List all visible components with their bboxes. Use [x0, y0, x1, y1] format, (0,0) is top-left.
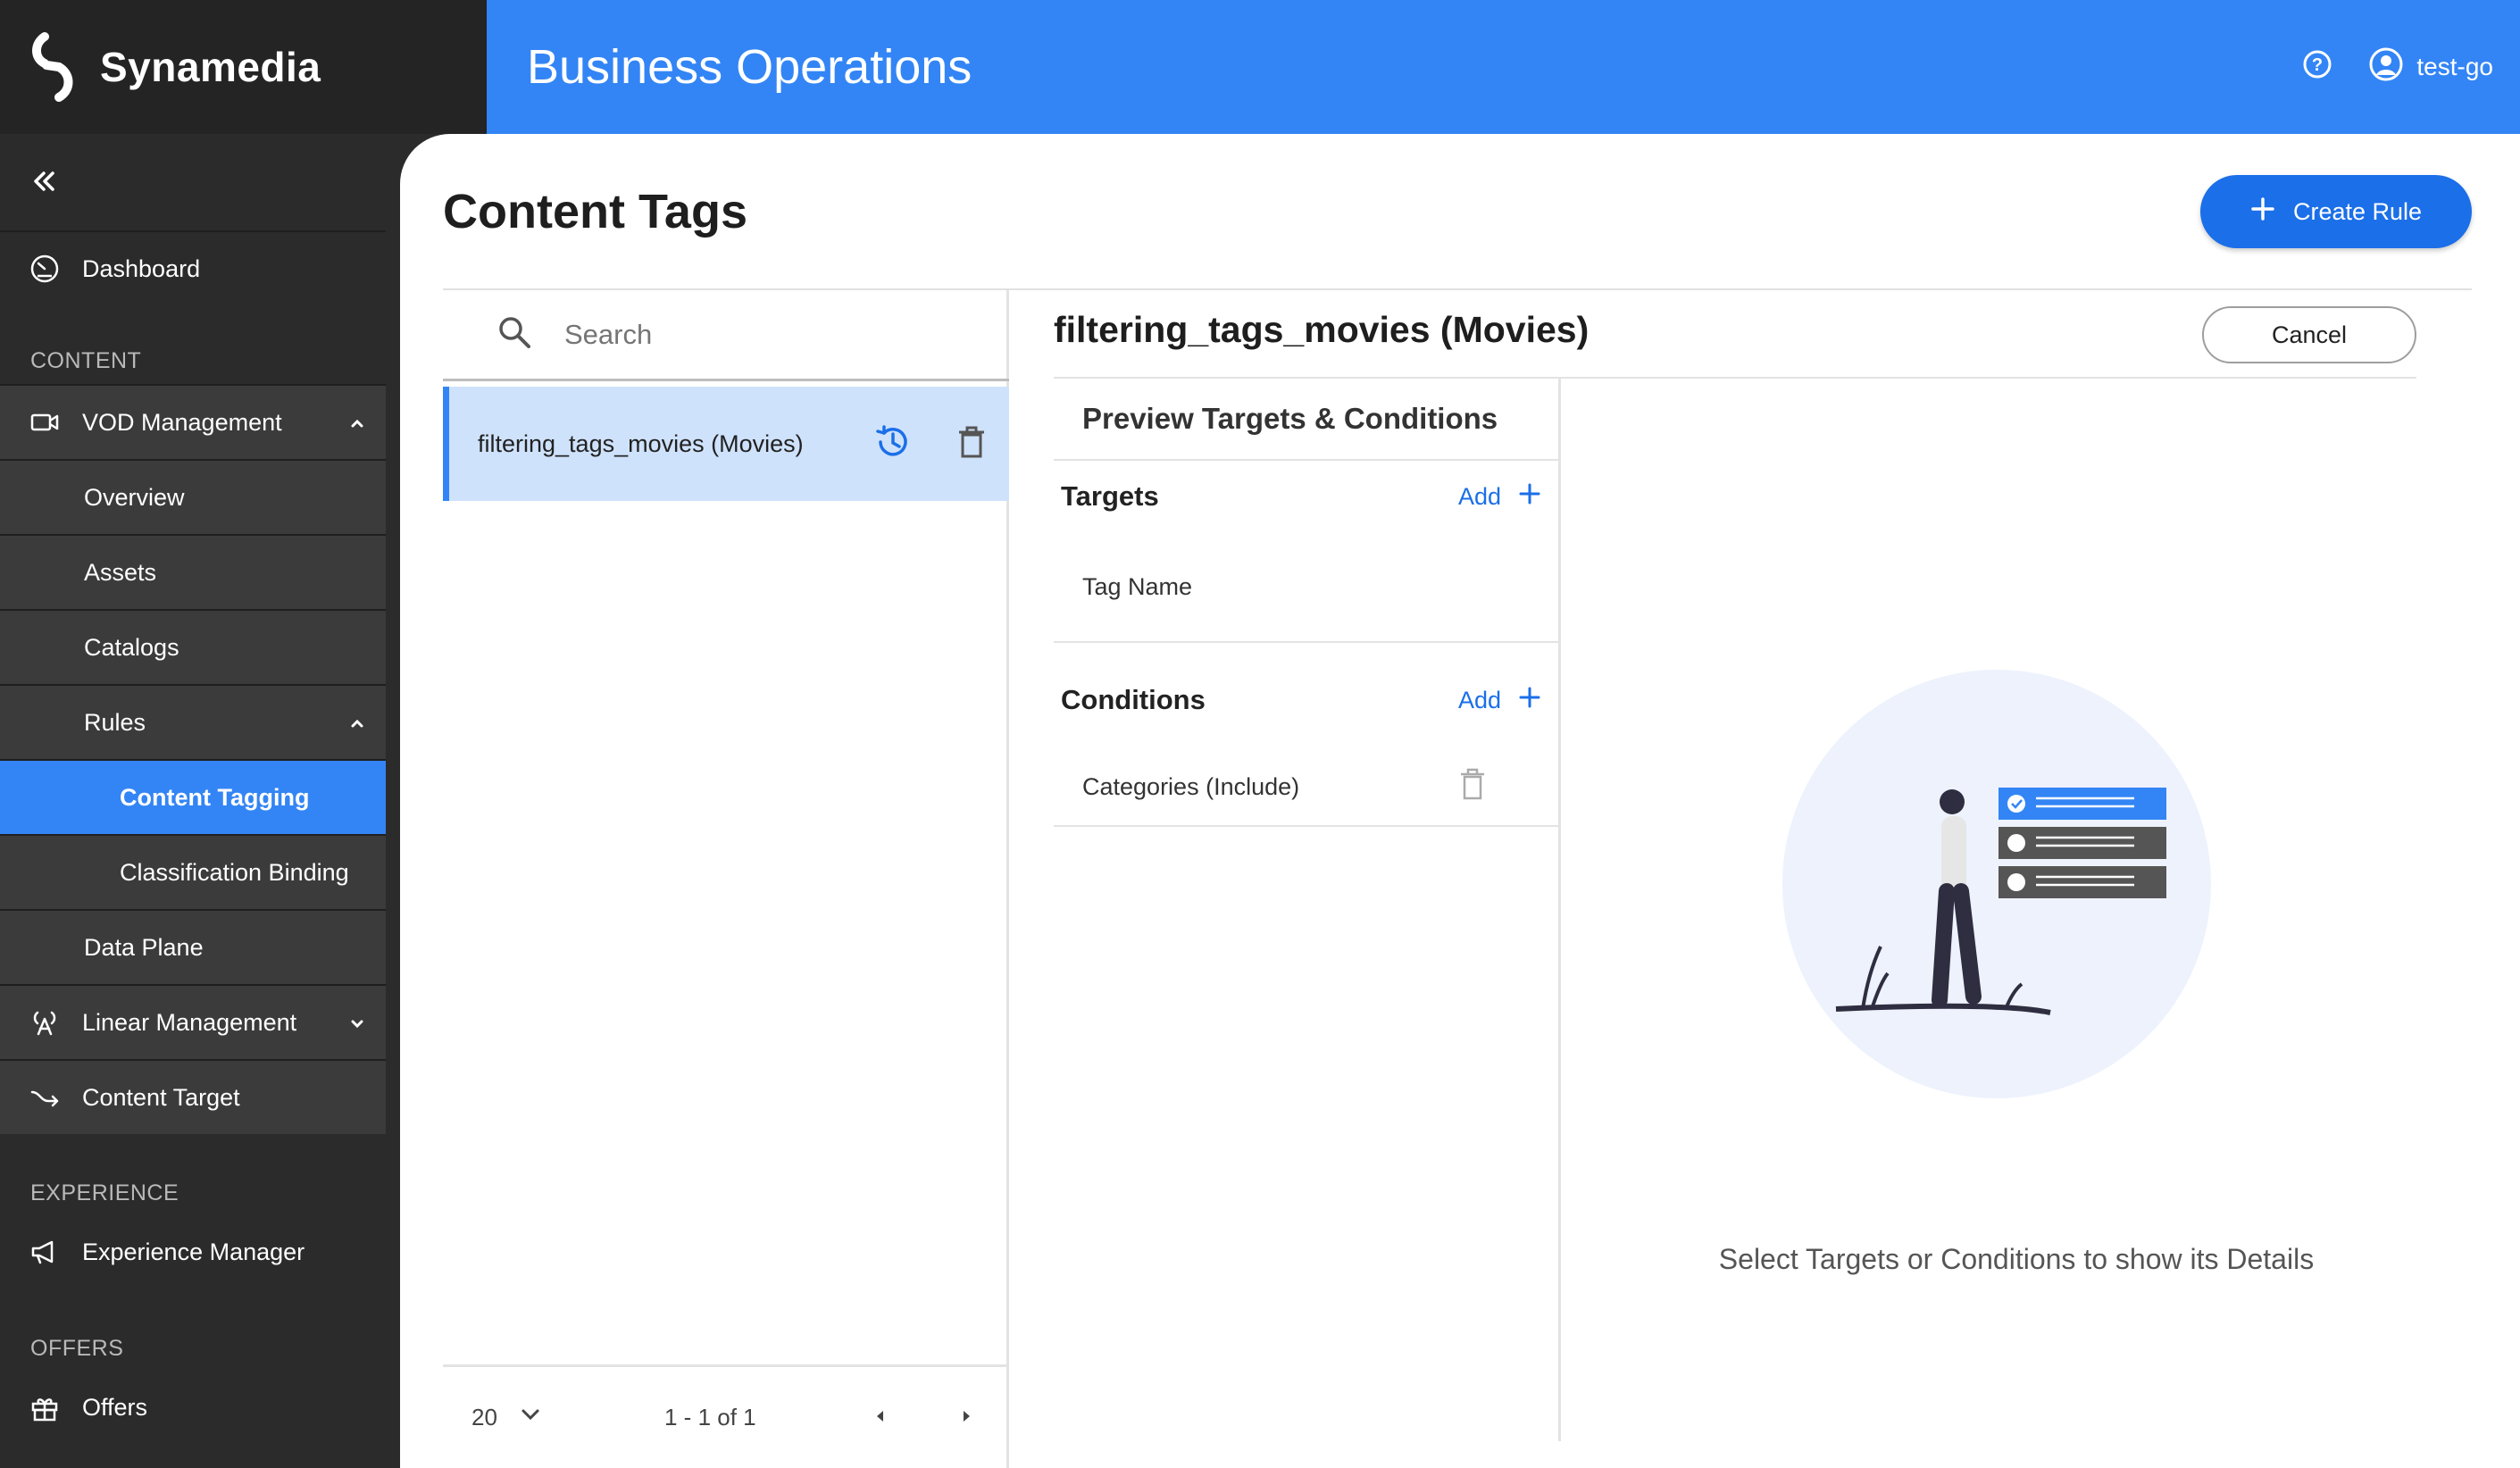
- sidebar-item-linear-management[interactable]: Linear Management: [0, 984, 386, 1059]
- tag-list-panel: filtering_tags_movies (Movies) 20 1 - 1 …: [443, 290, 1009, 1468]
- user-icon: [2368, 46, 2404, 88]
- empty-state-illustration: [1782, 670, 2211, 1098]
- sidebar-item-label: VOD Management: [82, 408, 282, 436]
- section-label-offers: OFFERS: [30, 1336, 124, 1361]
- sidebar-item-label: Dashboard: [82, 254, 201, 282]
- section-label-experience: EXPERIENCE: [30, 1180, 179, 1205]
- sidebar-item-content-tagging[interactable]: Content Tagging: [0, 759, 386, 834]
- add-condition-button[interactable]: Add: [1458, 687, 1540, 714]
- create-rule-label: Create Rule: [2292, 197, 2423, 225]
- conditions-heading: Conditions: [1061, 684, 1206, 715]
- sidebar-item-experience-manager[interactable]: Experience Manager: [0, 1214, 386, 1289]
- collapse-icon: [29, 166, 59, 201]
- caret-right-icon[interactable]: [957, 1404, 975, 1431]
- sidebar-item-label: Linear Management: [82, 1008, 297, 1036]
- chevron-up-icon: [348, 411, 366, 438]
- trash-icon[interactable]: [1458, 767, 1487, 807]
- gift-icon: [29, 1391, 61, 1423]
- condition-item[interactable]: Categories (Include): [1054, 748, 1558, 827]
- sidebar-item-label: Catalogs: [84, 633, 179, 661]
- list-item-name: filtering_tags_movies (Movies): [478, 430, 804, 457]
- sidebar-item-overview[interactable]: Overview: [0, 459, 386, 534]
- search-icon: [496, 314, 532, 354]
- caret-left-icon[interactable]: [872, 1404, 889, 1431]
- app-title: Business Operations: [527, 40, 972, 94]
- sidebar-item-label: Content Tagging: [120, 783, 310, 811]
- target-item[interactable]: Tag Name: [1054, 532, 1558, 643]
- chevron-down-icon: [519, 1403, 542, 1432]
- page-size-select[interactable]: 20: [471, 1403, 542, 1432]
- sidebar-item-label: Overview: [84, 483, 185, 511]
- user-name: test-go: [2416, 53, 2493, 80]
- conditions-header: Conditions Add: [1054, 643, 1558, 748]
- top-bar: Business Operations ? test-go: [487, 0, 2520, 134]
- trash-icon[interactable]: [955, 424, 988, 464]
- dashboard-icon: [29, 253, 61, 285]
- broadcast-icon: [29, 1006, 61, 1038]
- video-icon: [29, 406, 61, 438]
- empty-state: Select Targets or Conditions to show its…: [1561, 379, 2472, 1441]
- sidebar-item-classification-binding[interactable]: Classification Binding: [0, 834, 386, 909]
- brand-name: Synamedia: [100, 44, 321, 90]
- section-label-content: CONTENT: [30, 348, 142, 373]
- sidebar-item-label: Offers: [82, 1393, 148, 1421]
- help-icon[interactable]: ?: [2302, 49, 2332, 86]
- sidebar: Dashboard CONTENT VOD Management Overvie…: [0, 134, 386, 1468]
- empty-state-message: Select Targets or Conditions to show its…: [1718, 1243, 2315, 1275]
- arrow-out-icon: [29, 1081, 61, 1114]
- plus-icon: [1519, 687, 1540, 714]
- sidebar-item-label: Data Plane: [84, 933, 204, 961]
- page-title: Content Tags: [443, 185, 747, 238]
- pagination: 20 1 - 1 of 1: [443, 1364, 1009, 1468]
- collapse-button[interactable]: [0, 134, 386, 232]
- add-condition-label: Add: [1457, 686, 1501, 713]
- sidebar-item-vod-management[interactable]: VOD Management: [0, 384, 386, 459]
- sidebar-item-assets[interactable]: Assets: [0, 534, 386, 609]
- detail-title: filtering_tags_movies (Movies): [1054, 309, 1590, 350]
- sidebar-item-dashboard[interactable]: Dashboard: [0, 230, 386, 305]
- page-size-value: 20: [471, 1404, 497, 1430]
- targets-heading: Targets: [1061, 480, 1159, 512]
- megaphone-icon: [29, 1236, 61, 1268]
- logo-icon: [29, 31, 79, 103]
- sidebar-item-catalogs[interactable]: Catalogs: [0, 609, 386, 684]
- preview-panel: Preview Targets & Conditions Targets Add…: [1054, 379, 1561, 1441]
- condition-item-label: Categories (Include): [1082, 772, 1300, 800]
- create-rule-button[interactable]: Create Rule: [2200, 175, 2472, 248]
- brand-logo[interactable]: Synamedia: [0, 0, 487, 134]
- cancel-button[interactable]: Cancel: [2202, 306, 2416, 363]
- page-range: 1 - 1 of 1: [664, 1404, 756, 1430]
- preview-heading: Preview Targets & Conditions: [1054, 379, 1558, 461]
- sidebar-item-label: Content Target: [82, 1083, 240, 1111]
- sidebar-item-rules[interactable]: Rules: [0, 684, 386, 759]
- sidebar-item-data-plane[interactable]: Data Plane: [0, 909, 386, 984]
- chevron-down-icon: [348, 1011, 366, 1038]
- search-bar: [443, 290, 1009, 381]
- chevron-up-icon: [348, 711, 366, 738]
- target-item-label: Tag Name: [1082, 572, 1193, 600]
- history-icon[interactable]: [873, 422, 913, 466]
- plus-icon: [1519, 483, 1540, 511]
- sidebar-item-label: Assets: [84, 558, 157, 586]
- search-input[interactable]: [564, 318, 922, 351]
- sidebar-item-label: Experience Manager: [82, 1238, 305, 1265]
- sidebar-item-offers[interactable]: Offers: [0, 1370, 386, 1445]
- user-menu[interactable]: test-go: [2368, 46, 2493, 88]
- add-target-button[interactable]: Add: [1458, 483, 1540, 511]
- targets-header: Targets Add: [1054, 461, 1558, 532]
- list-item[interactable]: filtering_tags_movies (Movies): [443, 387, 1009, 501]
- add-target-label: Add: [1457, 482, 1501, 510]
- sidebar-item-label: Classification Binding: [120, 858, 349, 886]
- svg-text:?: ?: [2312, 55, 2323, 75]
- sidebar-item-label: Rules: [84, 708, 146, 736]
- sidebar-item-content-target[interactable]: Content Target: [0, 1059, 386, 1134]
- plus-icon: [2250, 196, 2275, 228]
